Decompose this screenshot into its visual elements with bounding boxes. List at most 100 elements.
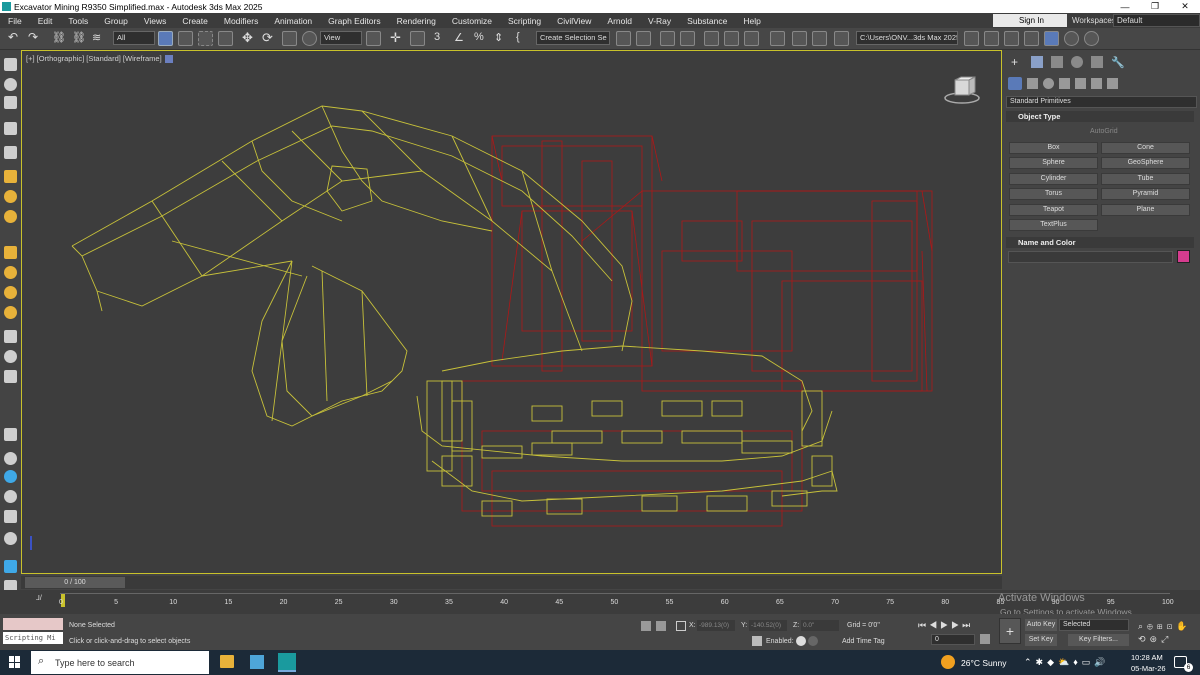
windows-start-icon[interactable] [9, 656, 21, 668]
render-icon[interactable] [4, 452, 17, 465]
scene-explorer-icon[interactable] [660, 31, 675, 46]
menu-civilview[interactable]: CivilView [549, 16, 599, 26]
motion-tab-icon[interactable] [1071, 56, 1083, 68]
environment-icon[interactable] [4, 490, 17, 503]
taskbar-search-box[interactable]: ⌕ Type here to search [31, 651, 209, 674]
menu-rendering[interactable]: Rendering [389, 16, 444, 26]
geosphere-button[interactable]: GeoSphere [1101, 157, 1190, 169]
viewport-orthographic[interactable]: [+] [Orthographic] [Standard] [Wireframe… [21, 50, 1002, 574]
menu-file[interactable]: File [0, 16, 30, 26]
viewport-navigation-controls[interactable]: ⌕⊕⊞⊡✋⟲⊛⤢ [1138, 620, 1196, 646]
window-crossing-icon[interactable] [218, 31, 233, 46]
pyramid-button[interactable]: Pyramid [1101, 188, 1190, 200]
category-dropdown[interactable]: Standard Primitives [1006, 96, 1197, 108]
sign-in-button[interactable]: Sign In [993, 14, 1067, 27]
vray-icon[interactable] [4, 532, 17, 545]
time-tag-toggle[interactable] [796, 636, 806, 646]
menu-help[interactable]: Help [735, 16, 768, 26]
add-time-tag[interactable]: Add Time Tag [842, 638, 885, 645]
lights-icon[interactable] [1043, 78, 1054, 89]
display-tab-icon[interactable] [1091, 56, 1103, 68]
live-sync-icon[interactable] [1084, 31, 1099, 46]
sunpositioner-icon[interactable] [4, 306, 17, 319]
mirror-icon[interactable] [616, 31, 631, 46]
teapot-button[interactable]: Teapot [1009, 204, 1098, 216]
spinner-snap-icon[interactable]: ⇕ [494, 31, 509, 46]
minimize-button[interactable]: — [1110, 0, 1140, 13]
reference-coordinate-dropdown[interactable]: View [320, 31, 362, 45]
menu-scripting[interactable]: Scripting [500, 16, 549, 26]
cone-button[interactable]: Cone [1101, 142, 1190, 154]
x-coordinate-field[interactable]: -989.13(0) [697, 620, 735, 631]
time-slider[interactable]: 0 / 100 [25, 577, 125, 588]
undo-icon[interactable]: ↶ [8, 31, 23, 46]
app-taskbar-icon[interactable] [250, 655, 264, 669]
weather-text[interactable]: 26°C Sunny [961, 658, 1006, 668]
menu-modifiers[interactable]: Modifiers [216, 16, 266, 26]
file-explorer-icon[interactable] [220, 655, 234, 668]
create-tab-icon[interactable]: + [1011, 56, 1023, 68]
time-configuration-icon[interactable] [980, 634, 990, 644]
auto-key-button[interactable]: Auto Key [1025, 619, 1057, 631]
material-editor-icon[interactable] [770, 31, 785, 46]
workspace-select[interactable]: Default [1113, 14, 1200, 27]
landscape-icon[interactable] [4, 560, 17, 573]
time-slider-bar[interactable]: 0 / 100 [21, 576, 1002, 589]
placement-icon[interactable] [302, 31, 317, 46]
clock-date[interactable]: 05-Mar-26 [1131, 664, 1166, 673]
select-by-name-icon[interactable] [178, 31, 193, 46]
utilities-tab-icon[interactable]: 🔧 [1111, 56, 1125, 69]
cameras-icon[interactable] [1059, 78, 1070, 89]
geometry-icon[interactable] [1008, 77, 1022, 90]
transform-mode-icon[interactable] [676, 621, 686, 631]
unlink-icon[interactable]: ⛓ [72, 31, 87, 46]
angle-snap-icon[interactable]: ∠ [454, 31, 469, 46]
helpers-icon[interactable] [1075, 78, 1086, 89]
redo-icon[interactable]: ↷ [28, 31, 43, 46]
menu-customize[interactable]: Customize [444, 16, 500, 26]
name-and-color-rollout[interactable]: Name and Color [1006, 237, 1194, 248]
box-button[interactable]: Box [1009, 142, 1098, 154]
film-icon[interactable] [4, 146, 17, 159]
edit-named-selection-icon[interactable]: { [516, 31, 531, 46]
export-icon[interactable] [1024, 31, 1039, 46]
hierarchy-tab-icon[interactable] [1051, 56, 1063, 68]
maximize-button[interactable]: ❐ [1140, 0, 1170, 13]
move-icon[interactable]: ✥ [242, 31, 257, 46]
menu-tools[interactable]: Tools [60, 16, 96, 26]
torus-button[interactable]: Torus [1009, 188, 1098, 200]
pivot-center-icon[interactable] [366, 31, 381, 46]
sun-icon[interactable] [4, 190, 17, 203]
maxscript-input[interactable]: Scripting Mi [3, 632, 63, 644]
spotlight-icon[interactable] [4, 246, 17, 259]
rendered-frame-window-icon[interactable] [812, 31, 827, 46]
rectangular-selection-icon[interactable] [198, 31, 213, 46]
set-key-button[interactable]: Set Key [1025, 634, 1057, 646]
y-coordinate-field[interactable]: -140.52(0) [749, 620, 787, 631]
current-frame-field[interactable]: 0 [931, 634, 975, 645]
close-button[interactable]: ✕ [1170, 0, 1200, 13]
menu-create[interactable]: Create [174, 16, 216, 26]
menu-group[interactable]: Group [96, 16, 136, 26]
percent-snap-icon[interactable]: % [474, 31, 489, 46]
bind-space-warp-icon[interactable]: ≋ [92, 31, 107, 46]
tree-icon[interactable] [4, 370, 17, 383]
autogrid-checkbox[interactable]: AutoGrid [1090, 128, 1118, 135]
scale-icon[interactable] [282, 31, 297, 46]
object-type-rollout[interactable]: Object Type [1006, 111, 1194, 122]
menu-vray[interactable]: V-Ray [640, 16, 679, 26]
cylinder-button[interactable]: Cylinder [1009, 173, 1098, 185]
set-key-icon[interactable]: + [999, 618, 1021, 644]
select-manipulate-icon[interactable]: ✛ [390, 31, 405, 46]
layers-icon[interactable] [4, 122, 17, 135]
toggle-ribbon-icon[interactable] [704, 31, 719, 46]
isolate-selection-icon[interactable] [656, 621, 666, 631]
particles-icon[interactable] [4, 470, 17, 483]
space-warps-icon[interactable] [1091, 78, 1102, 89]
active-viewport-icon[interactable] [1044, 31, 1059, 46]
align-icon[interactable] [636, 31, 651, 46]
shapes-icon[interactable] [1027, 78, 1038, 89]
object-name-input[interactable] [1008, 251, 1173, 263]
maxscript-listener-output[interactable] [3, 618, 63, 630]
snaps-toggle-icon[interactable]: 3 [434, 31, 449, 46]
